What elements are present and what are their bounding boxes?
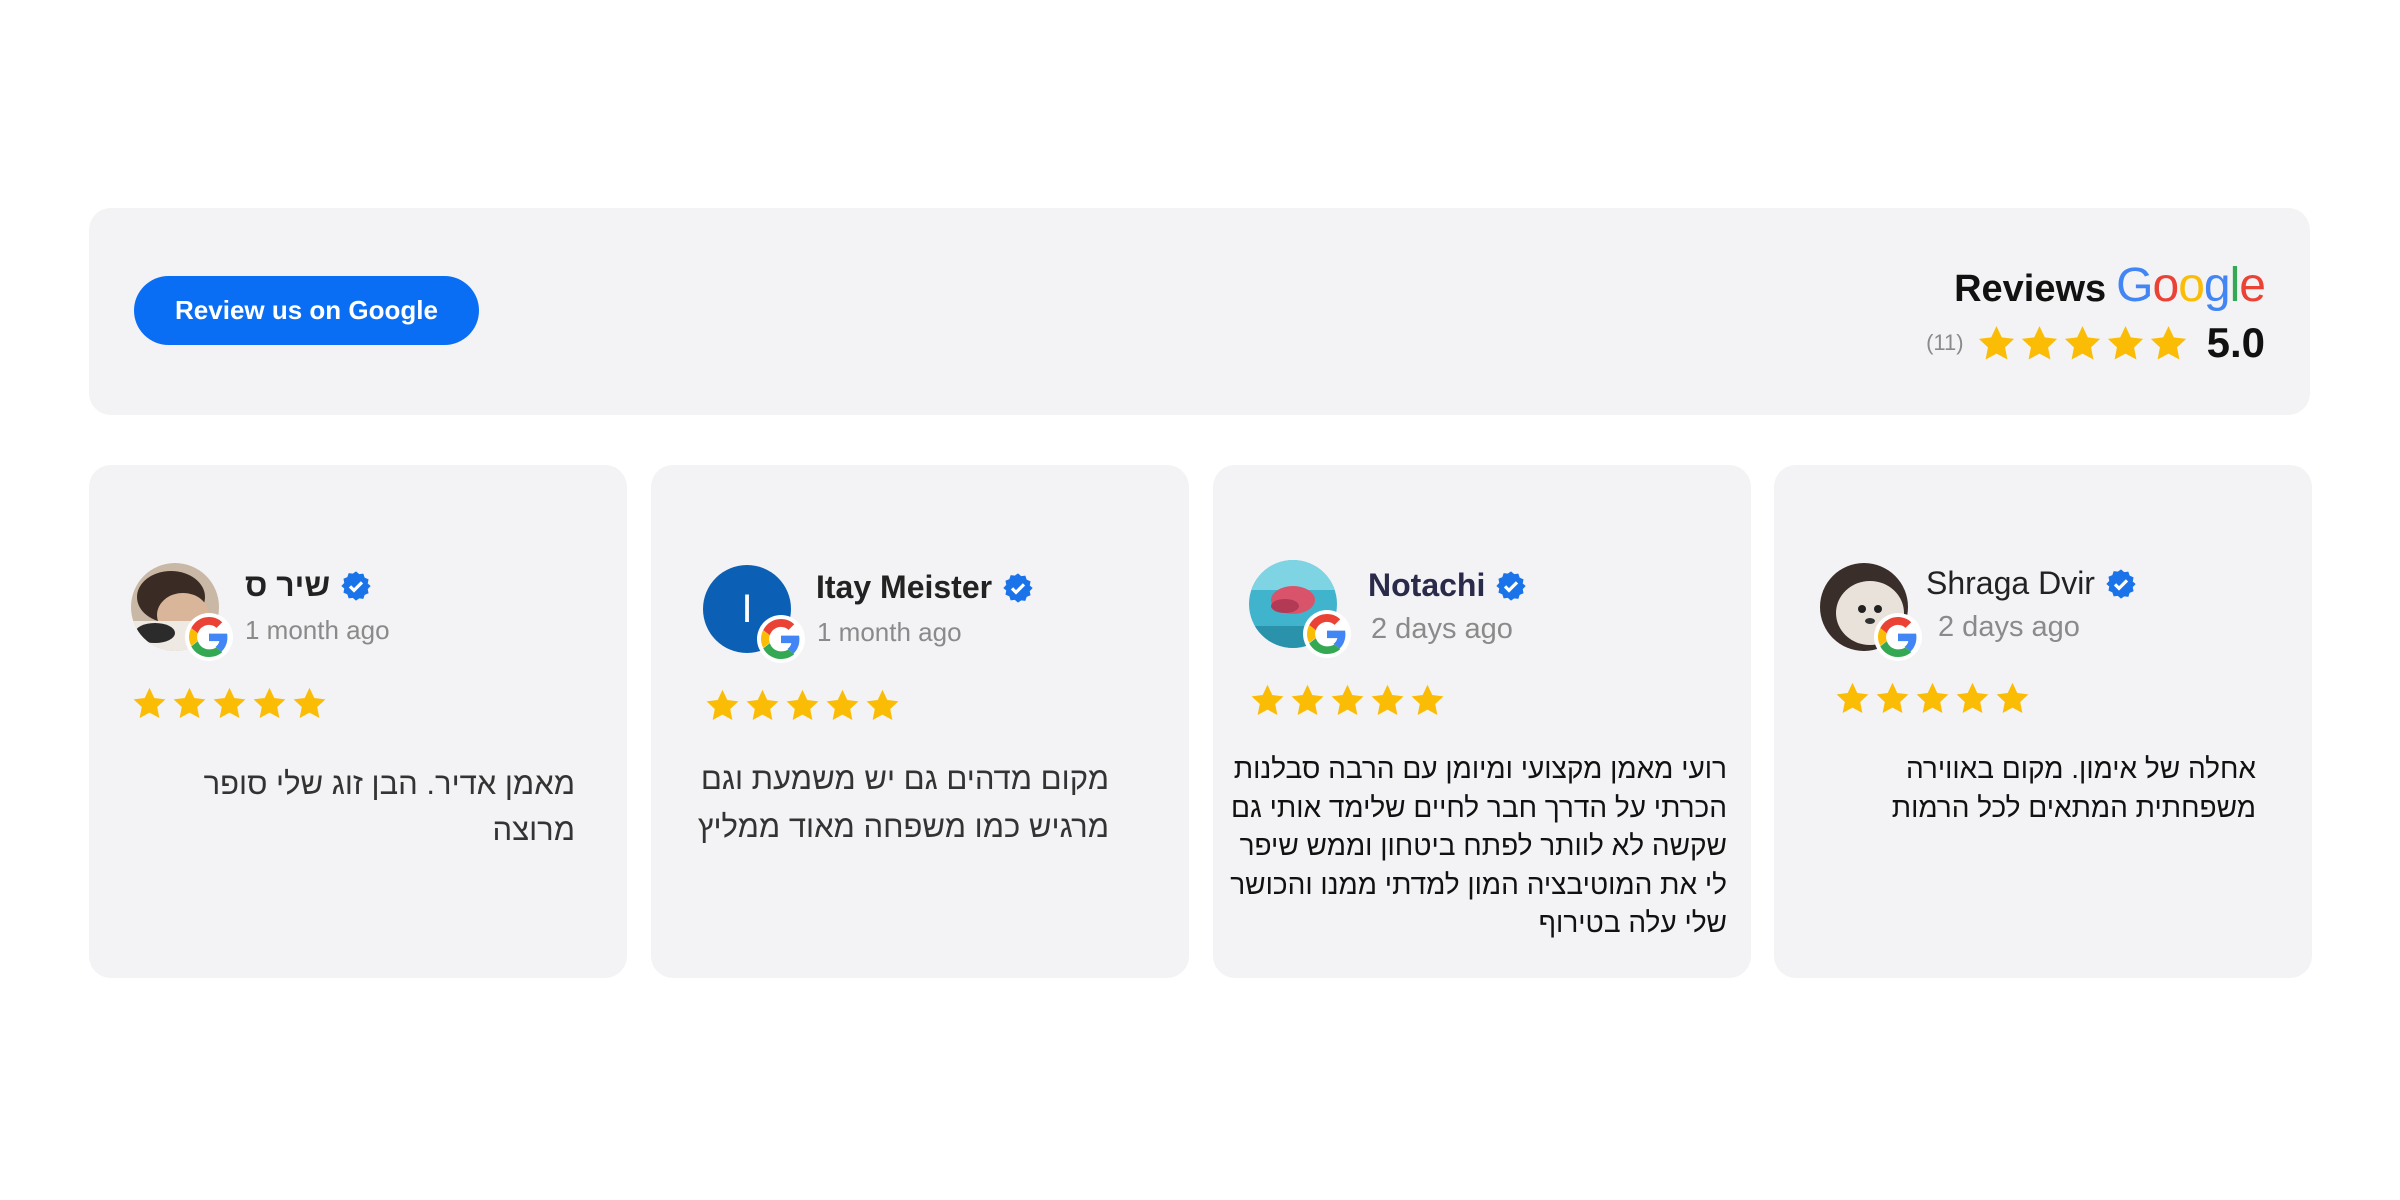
- avatar[interactable]: I: [703, 565, 805, 663]
- review-time: 1 month ago: [817, 617, 962, 647]
- google-logo-letter: o: [2152, 259, 2180, 312]
- review-time: 1 month ago: [245, 615, 390, 645]
- review-card: Shraga Dvir 2 days ago אחלה של אימון. מק…: [1774, 465, 2312, 978]
- star-icon: [1876, 682, 1909, 713]
- review-card: שיר ס 1 month ago מאמן אדיר. הבן זוג שלי…: [89, 465, 627, 978]
- star-icon: [133, 687, 166, 718]
- star-icon: [1996, 682, 2029, 713]
- star-icon: [706, 689, 739, 720]
- review-count: (11): [1926, 330, 1964, 355]
- star-icon: [1411, 684, 1444, 715]
- review-stars: [1249, 682, 1446, 719]
- review-text: רועי מאמן מקצועי ומיומן עם הרבה סבלנות ה…: [1230, 753, 1727, 938]
- verified-icon: [2105, 568, 2137, 600]
- star-icon: [1371, 684, 1404, 715]
- review-text: מקום מדהים גם יש משמעת וגם מרגיש כמו משפ…: [697, 761, 1109, 844]
- overall-score: 5.0: [2206, 319, 2265, 366]
- google-badge-icon: [757, 615, 805, 663]
- verified-icon: [1002, 572, 1034, 604]
- reviews-header: Review us on Google Reviews Google (11) …: [89, 208, 2310, 415]
- google-badge-icon: [185, 613, 233, 661]
- avatar[interactable]: [1820, 563, 1922, 661]
- star-icon: [2021, 325, 2057, 360]
- google-logo-letter: g: [2203, 259, 2231, 312]
- star-icon: [786, 689, 819, 720]
- overall-stars: [1976, 323, 2189, 364]
- avatar[interactable]: [131, 563, 233, 661]
- star-icon: [293, 687, 326, 718]
- google-logo-letter: l: [2229, 259, 2241, 312]
- reviewer-name[interactable]: Itay Meister: [816, 569, 992, 606]
- review-stars: [131, 685, 328, 722]
- reviewer-name[interactable]: Notachi: [1368, 567, 1485, 604]
- star-icon: [1916, 682, 1949, 713]
- star-icon: [1978, 325, 2014, 360]
- review-stars: [704, 687, 901, 724]
- review-card: Notachi 2 days ago רועי מאמן מקצועי ומיו…: [1213, 465, 1751, 978]
- reviewer-name[interactable]: Shraga Dvir: [1926, 565, 2095, 602]
- star-icon: [2150, 325, 2186, 360]
- star-icon: [213, 687, 246, 718]
- star-icon: [1251, 684, 1284, 715]
- google-logo-letter: G: [2116, 259, 2153, 312]
- star-icon: [826, 689, 859, 720]
- review-us-button[interactable]: Review us on Google: [134, 276, 479, 345]
- google-logo-letter: o: [2178, 259, 2205, 312]
- verified-icon: [340, 570, 372, 602]
- star-icon: [1331, 684, 1364, 715]
- star-icon: [253, 687, 286, 718]
- star-icon: [1956, 682, 1989, 713]
- star-icon: [2064, 325, 2100, 360]
- star-icon: [173, 687, 206, 718]
- review-time: 2 days ago: [1938, 611, 2080, 643]
- star-icon: [1291, 684, 1324, 715]
- star-icon: [746, 689, 779, 720]
- reviews-title: Reviews: [1954, 268, 2107, 310]
- review-text: מאמן אדיר. הבן זוג שלי סופר מרוצה: [203, 766, 575, 847]
- review-text: אחלה של אימון. מקום באווירה משפחתית המתא…: [1891, 753, 2256, 823]
- google-badge-icon: [1303, 610, 1351, 658]
- review-stars: [1834, 680, 2031, 717]
- star-icon: [866, 689, 899, 720]
- star-icon: [2107, 325, 2143, 360]
- rating-summary: Reviews Google (11) 5.0: [1926, 258, 2266, 367]
- avatar[interactable]: [1249, 560, 1351, 658]
- star-icon: [1836, 682, 1869, 713]
- verified-icon: [1495, 570, 1527, 602]
- google-logo: Google: [2116, 258, 2266, 313]
- google-logo-letter: e: [2239, 259, 2266, 312]
- review-time: 2 days ago: [1371, 613, 1513, 645]
- review-card: I Itay Meister 1 month ago מקום מדהים גם…: [651, 465, 1189, 978]
- reviewer-name[interactable]: שיר ס: [245, 567, 330, 604]
- google-badge-icon: [1874, 613, 1922, 661]
